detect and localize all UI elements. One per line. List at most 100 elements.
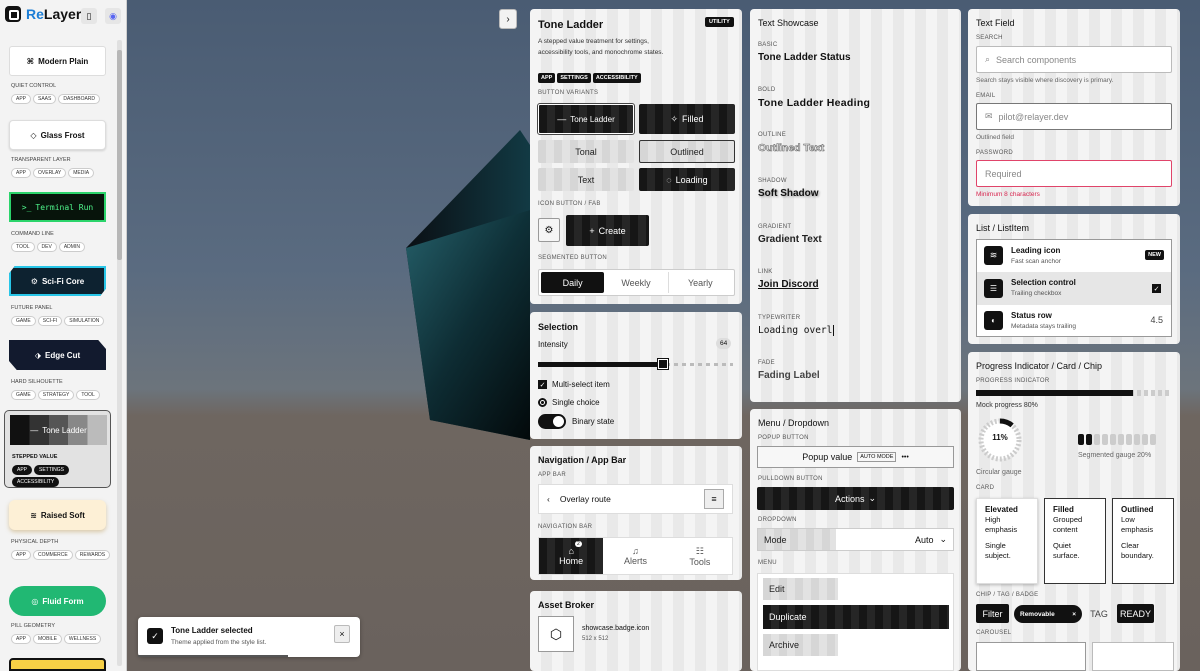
card-elevated[interactable]: Elevated High emphasis Single subject. xyxy=(976,498,1038,584)
toggle-icon: ◐ xyxy=(984,311,1003,330)
command-icon: ⌘ xyxy=(26,56,35,66)
collapse-panel-button[interactable]: › xyxy=(499,9,517,29)
email-field[interactable]: ✉ pilot@relayer.dev xyxy=(976,103,1172,130)
card-text: Clear xyxy=(1121,541,1139,550)
carousel-slide[interactable] xyxy=(1092,642,1174,671)
style-card-terminal-run[interactable]: >_ Terminal Run COMMAND LINE TOOL DEV ADMIN xyxy=(4,188,111,256)
settings-icon-button[interactable]: ⚙ xyxy=(538,218,560,242)
search-input[interactable]: ⌕ Search components xyxy=(976,46,1172,73)
card-label: Tone Ladder xyxy=(42,425,87,435)
field-label: EMAIL xyxy=(976,93,996,99)
create-fab[interactable]: + Create xyxy=(566,215,649,246)
nav-item-alerts[interactable]: ♫ Alerts xyxy=(603,538,667,574)
gauge-segment xyxy=(1102,434,1108,445)
popup-button[interactable]: Popup value AUTO MODE ••• xyxy=(757,446,954,468)
intensity-slider[interactable] xyxy=(538,358,733,370)
segment-yearly[interactable]: Yearly xyxy=(667,272,732,293)
segment-weekly[interactable]: Weekly xyxy=(604,272,667,293)
single-choice-radio[interactable]: Single choice xyxy=(538,398,600,407)
loading-button[interactable]: ◌ Loading xyxy=(639,168,735,191)
radio-label: Single choice xyxy=(552,398,600,407)
outlined-button[interactable]: Outlined xyxy=(639,140,735,163)
segmented-gauge-label: Segmented gauge 20% xyxy=(1078,452,1152,459)
carousel-slide[interactable] xyxy=(976,642,1086,671)
progress-label: Mock progress 80% xyxy=(976,402,1038,409)
style-card-fluid-form[interactable]: ◎ Fluid Form PILL GEOMETRY APP MOBILE WELLN… xyxy=(4,580,111,648)
card-text: Single xyxy=(985,541,1006,550)
email-value: pilot@relayer.dev xyxy=(998,111,1069,122)
style-card-modern-plain[interactable]: ⌘ Modern Plain QUIET CONTROL APP SAAS DASHB… xyxy=(4,40,111,108)
tag-label: TAG xyxy=(1090,609,1108,619)
list-item[interactable]: ☰ Selection control Trailing checkbox ✓ xyxy=(977,272,1171,305)
close-icon[interactable]: × xyxy=(1072,611,1076,618)
discord-icon[interactable]: ◉ xyxy=(105,8,121,24)
style-card-edge-cut[interactable]: ⬗ Edge Cut HARD SILHOUETTE GAME STRATEGY TO… xyxy=(4,336,111,404)
mode-dropdown[interactable]: Mode Auto ⌄ xyxy=(757,528,954,551)
tag-chip: APP xyxy=(11,94,32,104)
nav-item-home[interactable]: ⌂ Home 2 xyxy=(539,538,604,574)
menu-item-duplicate[interactable]: Duplicate xyxy=(763,605,949,629)
section-label: MENU xyxy=(758,560,777,566)
tag-chip: TOOL xyxy=(11,242,35,252)
circle-icon: ◎ xyxy=(31,596,39,606)
tag-chip: DASHBOARD xyxy=(58,94,101,104)
menu-item-archive[interactable]: Archive xyxy=(763,634,838,656)
gauge-segment xyxy=(1150,434,1156,445)
menu-icon[interactable]: ≡ xyxy=(704,489,724,509)
card-text: boundary. xyxy=(1121,551,1154,560)
panel-title: Text Showcase xyxy=(758,18,819,28)
minus-icon: — xyxy=(557,114,567,124)
discord-link[interactable]: Join Discord xyxy=(758,279,819,290)
list-panel: List / ListItem ≋ Leading icon Fast scan… xyxy=(968,214,1180,344)
menu-item-edit[interactable]: Edit xyxy=(763,578,838,600)
style-card-glass-frost[interactable]: ◇ Glass Frost TRANSPARENT LAYER APP OVERLA… xyxy=(4,114,111,182)
text-style-label: SHADOW xyxy=(758,178,787,184)
card-text: content xyxy=(1053,525,1078,534)
tag-chip: SCI-FI xyxy=(37,316,63,326)
sliders-icon: ☷ xyxy=(695,545,704,556)
back-arrow-icon[interactable]: ‹ xyxy=(547,494,550,504)
style-card-raised-soft[interactable]: ≋ Raised Soft PHYSICAL DEPTH APP COMMERCE R… xyxy=(4,496,111,574)
popup-value: Popup value xyxy=(802,452,853,462)
notification-badge: 2 xyxy=(575,541,582,547)
card-caption: PHYSICAL DEPTH xyxy=(11,539,59,545)
card-outlined[interactable]: Outlined Low emphasis Clear boundary. xyxy=(1112,498,1174,584)
actions-pulldown[interactable]: Actions ⌄ xyxy=(757,487,954,510)
list-item-subtitle: Fast scan anchor xyxy=(1011,258,1061,265)
tonal-button[interactable]: Tonal xyxy=(538,140,634,163)
style-card-partial[interactable] xyxy=(9,658,106,671)
tag-chip: ADMIN xyxy=(58,242,85,252)
binary-state-toggle[interactable]: Binary state xyxy=(538,414,614,429)
style-card-sci-fi-core[interactable]: ⚙ Sci-Fi Core FUTURE PANEL GAME SCI-FI SIMU… xyxy=(4,262,111,330)
segment-daily[interactable]: Daily xyxy=(541,272,605,293)
list-item-title: Selection control xyxy=(1011,278,1076,287)
trailing-checkbox[interactable]: ✓ xyxy=(1152,284,1161,293)
card-label: Glass Frost xyxy=(40,130,85,140)
book-icon[interactable]: ▯ xyxy=(81,8,97,24)
slider-thumb[interactable] xyxy=(656,358,669,370)
home-icon: ⌂ xyxy=(568,546,574,556)
chevron-down-icon: ⌄ xyxy=(939,534,947,544)
card-text: Grouped xyxy=(1053,515,1083,524)
toast-close-button[interactable]: × xyxy=(334,625,350,643)
chip-label: Removable xyxy=(1020,610,1055,618)
button-label: Text xyxy=(577,174,595,185)
text-button[interactable]: Text xyxy=(538,168,634,191)
filled-button[interactable]: ✧ Filled xyxy=(639,104,735,134)
sidebar-scrollbar[interactable] xyxy=(117,40,122,666)
list-item[interactable]: ≋ Leading icon Fast scan anchor NEW xyxy=(977,240,1171,272)
filter-chip[interactable]: Filter xyxy=(976,604,1009,623)
more-icon[interactable]: ••• xyxy=(901,454,908,461)
tag-icon: ⬗ xyxy=(34,350,42,360)
nav-item-tools[interactable]: ☷ Tools xyxy=(668,538,732,574)
toggle-switch[interactable] xyxy=(538,414,566,429)
new-badge: NEW xyxy=(1145,250,1164,260)
removable-chip[interactable]: Removable × xyxy=(1014,605,1082,623)
card-filled[interactable]: Filled Grouped content Quiet surface. xyxy=(1044,498,1106,584)
tone-ladder-button[interactable]: — Tone Ladder xyxy=(537,103,635,135)
list-item[interactable]: ◐ Status row Metadata stays trailing 4.5 xyxy=(977,305,1171,337)
multi-select-checkbox[interactable]: ✓ Multi-select item xyxy=(538,380,610,389)
password-field[interactable]: Required xyxy=(976,160,1172,187)
helper-text: Search stays visible where discovery is … xyxy=(976,77,1114,84)
style-card-tone-ladder-selected[interactable]: — Tone Ladder STEPPED VALUE APP SETTINGS AC… xyxy=(4,410,111,488)
